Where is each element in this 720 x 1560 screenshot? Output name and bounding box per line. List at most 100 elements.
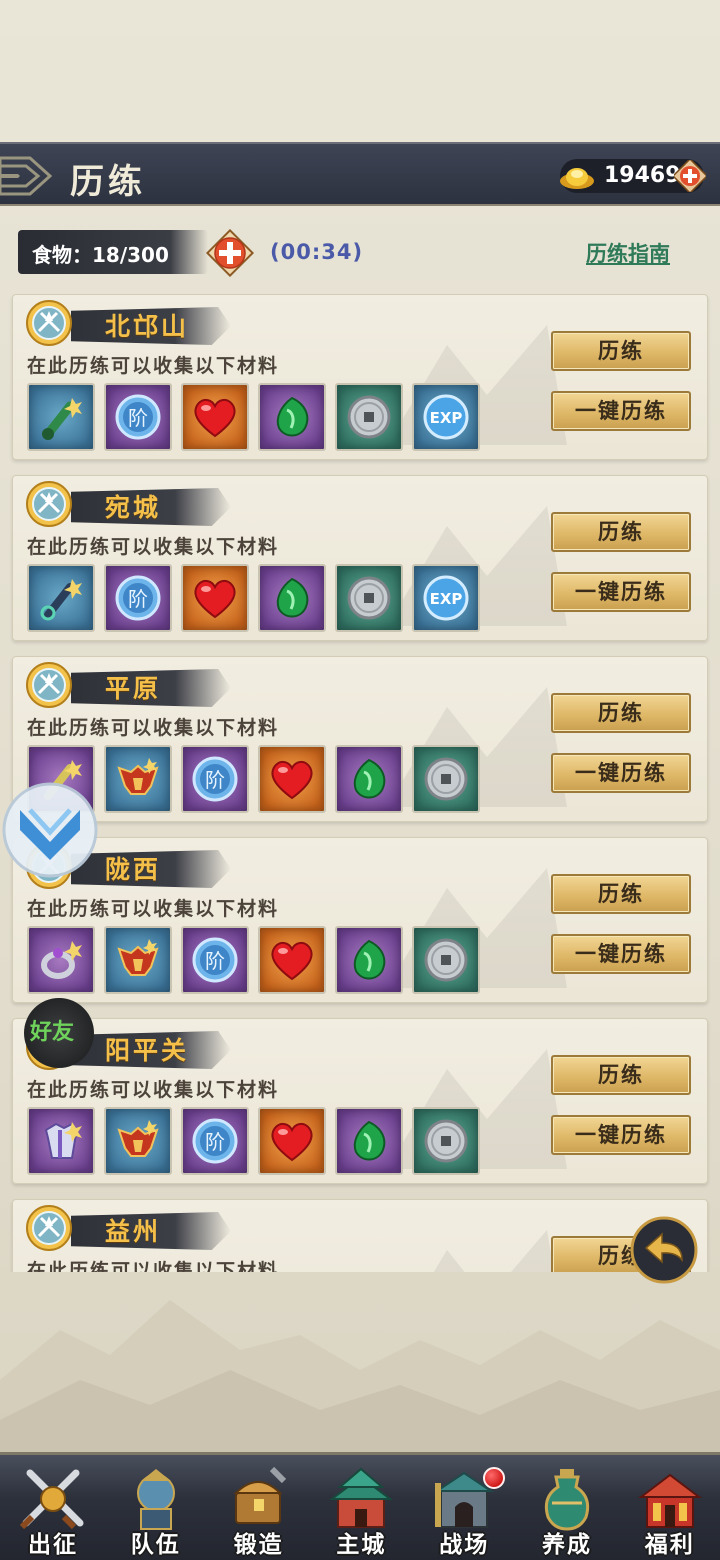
material-slot[interactable] [335,383,403,451]
train-button[interactable]: 历练 [551,1055,691,1095]
material-slot[interactable]: EXP [412,564,480,632]
material-slot[interactable]: EXP [412,383,480,451]
gold-amount: 19469 [604,163,681,188]
material-slot[interactable] [335,926,403,994]
material-slot[interactable] [27,1107,95,1175]
train-button[interactable]: 历练 [551,512,691,552]
material-slot[interactable] [104,1107,172,1175]
material-slot[interactable] [181,383,249,451]
training-emblem-icon [26,300,72,346]
train-button[interactable]: 历练 [551,331,691,371]
material-slot[interactable]: 阶 [104,564,172,632]
svg-text:阶: 阶 [128,587,148,611]
nav-item[interactable]: 主城 [310,1455,412,1560]
quick-train-button[interactable]: 一键历练 [551,753,691,793]
location-list[interactable]: 北邙山 在此历练可以收集以下材料 阶 EXP 历练 一键历练 宛城 在此历练可以收… [0,294,720,1272]
material-list: 阶 [27,926,480,996]
heart-icon [194,398,236,438]
quick-train-button[interactable]: 一键历练 [551,391,691,431]
green-jade-icon [353,939,386,980]
training-emblem-icon [26,662,72,708]
train-button[interactable]: 历练 [551,693,691,733]
silver-coin-icon [347,395,391,439]
location-name: 益州 [105,1217,162,1246]
material-slot[interactable] [412,1107,480,1175]
training-guide-link[interactable]: 历练指南 [586,238,670,268]
food-amount: 食物：18/300 [32,243,169,267]
material-slot[interactable] [27,383,95,451]
material-slot[interactable] [258,564,326,632]
green-jade-icon [353,1120,386,1161]
material-list: 阶 EXP [27,564,480,634]
rank-orb-icon: 阶 [192,1118,238,1164]
svg-text:EXP: EXP [430,590,463,608]
nav-item[interactable]: 福利 [619,1455,720,1560]
nav-label: 战场 [439,1531,490,1558]
material-slot[interactable] [258,383,326,451]
silver-coin-icon [424,1119,468,1163]
nav-item[interactable]: 锻造 [208,1455,310,1560]
page-title: 历练 [70,162,146,202]
location-name: 北邙山 [105,312,190,341]
material-slot[interactable]: 阶 [181,745,249,813]
location-name: 宛城 [105,493,162,522]
training-emblem-icon [26,1205,72,1251]
nav-label: 队伍 [130,1531,181,1558]
nav-label: 养成 [542,1531,592,1558]
material-slot[interactable]: 阶 [181,926,249,994]
material-list: 阶 EXP [27,383,480,453]
material-slot[interactable] [104,926,172,994]
train-button[interactable]: 历练 [551,874,691,914]
exp-orb-icon: EXP [423,394,469,440]
nav-item[interactable]: 队伍 [105,1455,207,1560]
armor-fragment-icon [117,939,159,976]
material-slot[interactable] [335,564,403,632]
material-slot[interactable] [27,564,95,632]
material-slot[interactable] [412,745,480,813]
material-slot[interactable]: 阶 [181,1107,249,1175]
friends-button[interactable]: 好友 [24,998,94,1068]
svg-text:阶: 阶 [205,1130,225,1154]
armor-fragment-icon [117,758,159,795]
location-card: 宛城 在此历练可以收集以下材料 阶 EXP 历练 一键历练 [12,475,708,641]
location-card: 益州 在此历练可以收集以下材料 历练 一键历练 [12,1199,708,1272]
location-card: 北邙山 在此历练可以收集以下材料 阶 EXP 历练 一键历练 [12,294,708,460]
material-slot[interactable] [258,745,326,813]
nav-item[interactable]: 战场 [413,1455,515,1560]
mountain-backdrop [0,1300,720,1460]
quick-train-button[interactable]: 一键历练 [551,934,691,974]
material-slot[interactable] [258,926,326,994]
food-counter: 食物：18/300 [18,230,208,274]
material-slot[interactable] [335,745,403,813]
nav-item[interactable]: 出征 [2,1455,104,1560]
material-slot[interactable] [335,1107,403,1175]
svg-text:阶: 阶 [205,949,225,973]
quick-train-button[interactable]: 一键历练 [551,1115,691,1155]
quick-train-button[interactable]: 一键历练 [551,572,691,612]
exp-orb-icon: EXP [423,575,469,621]
material-slot[interactable] [258,1107,326,1175]
material-slot[interactable]: 阶 [104,383,172,451]
material-slot[interactable] [104,745,172,813]
training-emblem-icon [26,481,72,527]
material-slot[interactable] [27,926,95,994]
green-jade-icon [353,758,386,799]
material-slot[interactable] [412,926,480,994]
nav-item[interactable]: 养成 [516,1455,618,1560]
location-card: 平原 在此历练可以收集以下材料 阶 历练 一键历练 [12,656,708,822]
material-slot[interactable] [181,564,249,632]
ring-fragment-icon [41,941,82,979]
add-food-button[interactable] [206,229,254,277]
collect-description: 在此历练可以收集以下材料 [27,355,280,377]
svg-text:EXP: EXP [430,409,463,427]
collect-description: 在此历练可以收集以下材料 [27,536,280,558]
collect-description: 在此历练可以收集以下材料 [27,1260,280,1272]
collect-description: 在此历练可以收集以下材料 [27,898,280,920]
page-header: 历练 19469 [0,142,720,206]
svg-text:阶: 阶 [205,768,225,792]
nav-label: 主城 [336,1531,387,1558]
green-jade-icon [276,396,309,437]
floating-assistant-icon[interactable] [0,780,100,880]
back-arrow-icon[interactable] [630,1216,698,1284]
add-gold-button[interactable] [674,160,706,192]
